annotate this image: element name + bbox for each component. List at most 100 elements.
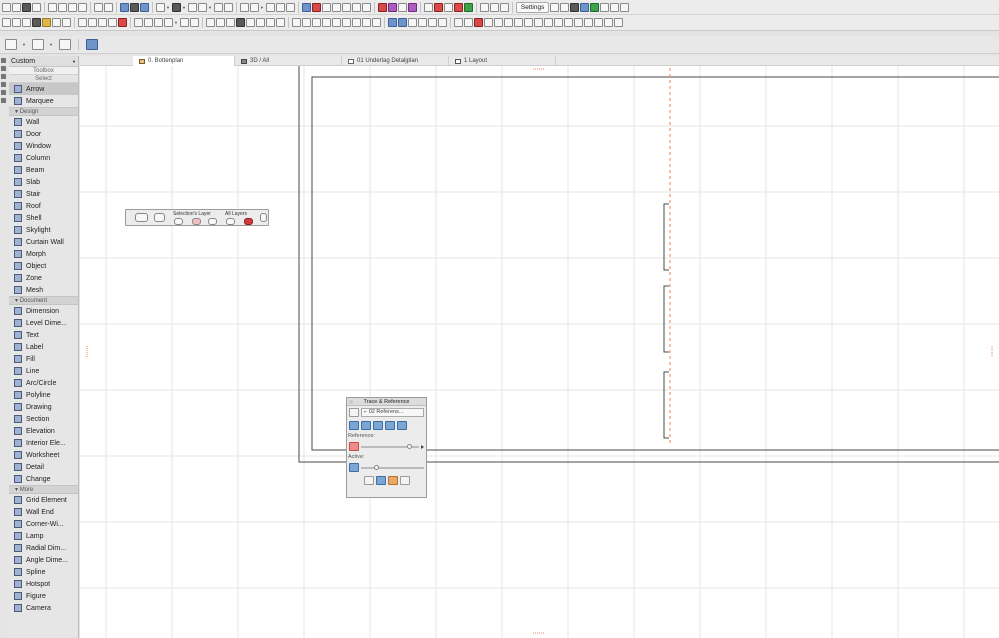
toolbar-icon[interactable] [171, 2, 181, 12]
toolbar-icon[interactable] [427, 18, 437, 27]
tool-radial-dim[interactable]: Radial Dim... [9, 542, 78, 554]
document-group-header[interactable]: ▾ Document [9, 296, 78, 305]
tool-beam[interactable]: Beam [9, 164, 78, 176]
tool-grid-element[interactable]: Grid Element [9, 494, 78, 506]
tool-polyline[interactable]: Polyline [9, 389, 78, 401]
toolbar-icon[interactable] [503, 18, 513, 27]
toolbar-icon[interactable] [189, 18, 199, 27]
toolbar-icon[interactable] [407, 2, 417, 12]
tab-bottenplan[interactable]: 0. Bottenplan [133, 56, 235, 66]
toolbar-icon[interactable] [12, 18, 21, 27]
tool-level-dime[interactable]: Level Dime... [9, 317, 78, 329]
strip-icon[interactable] [1, 82, 6, 87]
toolbar-icon[interactable] [463, 2, 473, 12]
toolbar-icon[interactable] [285, 2, 295, 12]
palette-menu-icon[interactable] [260, 213, 267, 222]
toolbar-icon[interactable] [22, 18, 31, 27]
chevron-down-icon[interactable]: ▼ [182, 5, 186, 10]
toolbar-icon[interactable] [140, 2, 149, 12]
toolbar-icon[interactable] [134, 18, 143, 27]
tool-angle-dime[interactable]: Angle Dime... [9, 554, 78, 566]
show-all-icon[interactable] [226, 218, 235, 225]
toolbar-icon[interactable] [553, 18, 563, 27]
trace-move-icon[interactable] [361, 421, 371, 430]
toolbar-icon[interactable] [377, 2, 387, 12]
toolbar-icon[interactable] [590, 2, 600, 12]
toolbar-icon[interactable] [387, 2, 397, 12]
toolbar-icon[interactable] [42, 18, 51, 27]
strip-icon[interactable] [1, 98, 6, 103]
chevron-down-icon[interactable]: ▼ [208, 5, 212, 10]
toolbar-icon[interactable] [118, 18, 127, 27]
tool-elevation[interactable]: Elevation [9, 425, 78, 437]
toolbar-icon[interactable] [331, 2, 341, 12]
toolbar-icon[interactable] [104, 2, 113, 12]
tool-hotspot[interactable]: Hotspot [9, 578, 78, 590]
toolbar-icon[interactable] [580, 2, 590, 12]
strip-icon[interactable] [1, 58, 6, 63]
toolbar-icon[interactable] [52, 18, 61, 27]
strip-icon[interactable] [1, 66, 6, 71]
trace-reset-icon[interactable] [385, 421, 395, 430]
tab-detaljplan[interactable]: 01 Underlag Detaljplan [342, 56, 449, 66]
toolbar-icon[interactable] [433, 2, 443, 12]
wire-layer-icon[interactable] [208, 218, 217, 225]
toolbar-icon[interactable] [321, 18, 331, 27]
trace-compare-icon[interactable] [397, 421, 407, 430]
toolbar-icon[interactable] [613, 18, 623, 27]
toolbar-icon[interactable] [311, 2, 321, 12]
toolbar-icon[interactable] [351, 2, 361, 12]
swap-icon[interactable] [363, 476, 374, 485]
tool-drawing[interactable]: Drawing [9, 401, 78, 413]
tool-fill[interactable]: Fill [9, 353, 78, 365]
toolbar-icon[interactable] [98, 18, 107, 27]
tool-zone[interactable]: Zone [9, 272, 78, 284]
toolbar-icon[interactable] [235, 18, 245, 27]
toolbar-icon[interactable] [437, 18, 447, 27]
marquee-mode-icon[interactable] [31, 39, 44, 50]
toolbar-icon[interactable] [570, 2, 580, 12]
active-color-swatch[interactable] [349, 463, 359, 472]
toolbar-icon[interactable] [88, 18, 97, 27]
trace-title-bar[interactable]: Trace & Reference [347, 398, 426, 406]
toolbar-icon[interactable] [397, 2, 407, 12]
toolbar-icon[interactable] [361, 2, 371, 12]
toolbar-icon[interactable] [225, 18, 235, 27]
toolbar-icon[interactable] [479, 2, 489, 12]
toolbar-icon[interactable] [32, 18, 41, 27]
toolbar-icon[interactable] [523, 18, 533, 27]
toolbar-icon[interactable] [593, 18, 603, 27]
drawing-canvas[interactable]: 0. Bottenplan 3D / All 01 Underlag Detal… [80, 56, 999, 638]
toolbar-icon[interactable] [2, 2, 11, 12]
tool-marquee[interactable]: Marquee [9, 95, 78, 107]
reference-color-swatch[interactable] [349, 442, 359, 451]
toolbar-icon[interactable] [331, 18, 341, 27]
strip-icon[interactable] [1, 90, 6, 95]
chevron-down-icon[interactable]: ▼ [174, 20, 178, 25]
toolbar-icon[interactable] [301, 18, 311, 27]
toolbar-icon[interactable] [275, 2, 285, 12]
toolbar-icon[interactable] [489, 2, 499, 12]
toolbar-icon[interactable] [187, 2, 197, 12]
tool-skylight[interactable]: Skylight [9, 224, 78, 236]
edit-reference-icon[interactable] [387, 476, 398, 485]
toolbar-icon[interactable] [311, 18, 321, 27]
tab-3d[interactable]: 3D / All [235, 56, 342, 66]
toolbar-icon[interactable] [483, 18, 493, 27]
tool-roof[interactable]: Roof [9, 200, 78, 212]
toolbar-icon[interactable] [543, 18, 553, 27]
chevron-down-icon[interactable]: ▼ [260, 5, 264, 10]
tool-corner-wi[interactable]: Corner-Wi... [9, 518, 78, 530]
toolbar-icon[interactable] [108, 18, 117, 27]
toolbar-icon[interactable] [493, 18, 503, 27]
slider-knob[interactable] [373, 464, 379, 470]
toolbar-icon[interactable] [573, 18, 583, 27]
toolbar-icon[interactable] [533, 18, 543, 27]
toolbar-icon[interactable] [156, 2, 165, 12]
toolbar-icon[interactable] [560, 2, 570, 12]
toolbar-icon[interactable] [291, 18, 301, 27]
toolbar-icon[interactable] [265, 2, 275, 12]
toolbar-icon[interactable] [620, 2, 630, 12]
tool-arc-circle[interactable]: Arc/Circle [9, 377, 78, 389]
tool-door[interactable]: Door [9, 128, 78, 140]
